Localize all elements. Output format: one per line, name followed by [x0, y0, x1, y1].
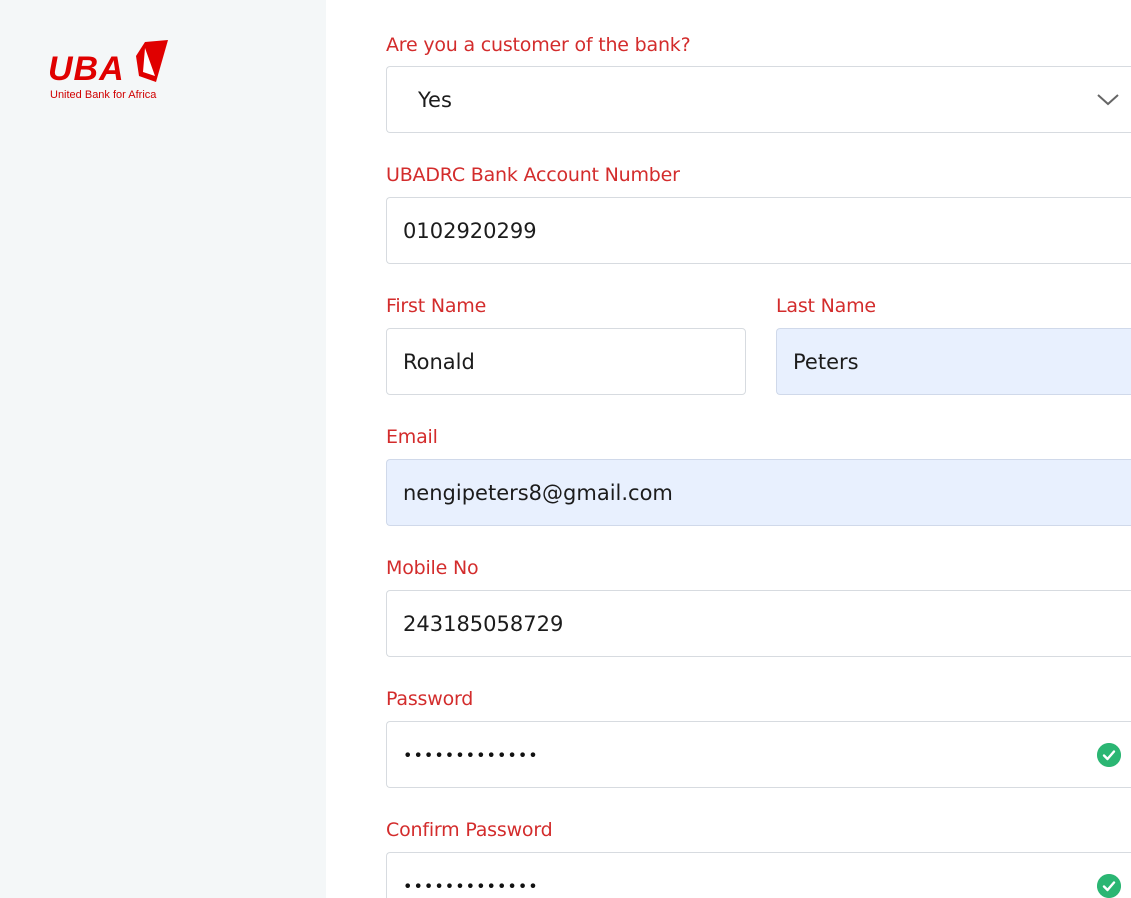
customer-question-label: Are you a customer of the bank? [386, 34, 691, 56]
registration-form: Are you a customer of the bank? Yes UBAD… [326, 0, 1131, 898]
first-name-label: First Name [386, 295, 487, 317]
account-number-label: UBADRC Bank Account Number [386, 164, 680, 186]
password-label: Password [386, 688, 474, 710]
email-input[interactable]: nengipeters8@gmail.com [386, 459, 1131, 526]
logo-tagline: United Bank for Africa [50, 89, 157, 101]
logo-mark-icon [136, 40, 168, 82]
password-input[interactable]: ••••••••••••• [386, 721, 1131, 788]
first-name-input[interactable]: Ronald [386, 328, 746, 395]
account-number-value: 0102920299 [403, 218, 537, 243]
customer-select[interactable]: Yes [386, 66, 1131, 133]
last-name-label: Last Name [776, 295, 876, 317]
email-value: nengipeters8@gmail.com [403, 480, 673, 505]
email-label: Email [386, 426, 438, 448]
mobile-input[interactable]: 243185058729 [386, 590, 1131, 657]
last-name-input[interactable]: Peters [776, 328, 1131, 395]
confirm-password-input[interactable]: ••••••••••••• [386, 852, 1131, 898]
chevron-down-icon[interactable] [1097, 93, 1119, 106]
check-circle-icon [1097, 742, 1121, 767]
first-name-value: Ronald [403, 349, 475, 374]
last-name-value: Peters [793, 349, 859, 374]
customer-select-value: Yes [418, 87, 452, 112]
sidebar: UBA United Bank for Africa [0, 0, 326, 898]
logo-wordmark: UBA [48, 50, 125, 88]
account-number-input[interactable]: 0102920299 [386, 197, 1131, 264]
mobile-label: Mobile No [386, 557, 479, 579]
confirm-password-label: Confirm Password [386, 819, 553, 841]
check-circle-icon [1097, 873, 1121, 898]
uba-logo[interactable]: UBA United Bank for Africa [48, 40, 178, 102]
confirm-password-value: ••••••••••••• [403, 876, 539, 895]
password-value: ••••••••••••• [403, 745, 539, 764]
mobile-value: 243185058729 [403, 611, 564, 636]
